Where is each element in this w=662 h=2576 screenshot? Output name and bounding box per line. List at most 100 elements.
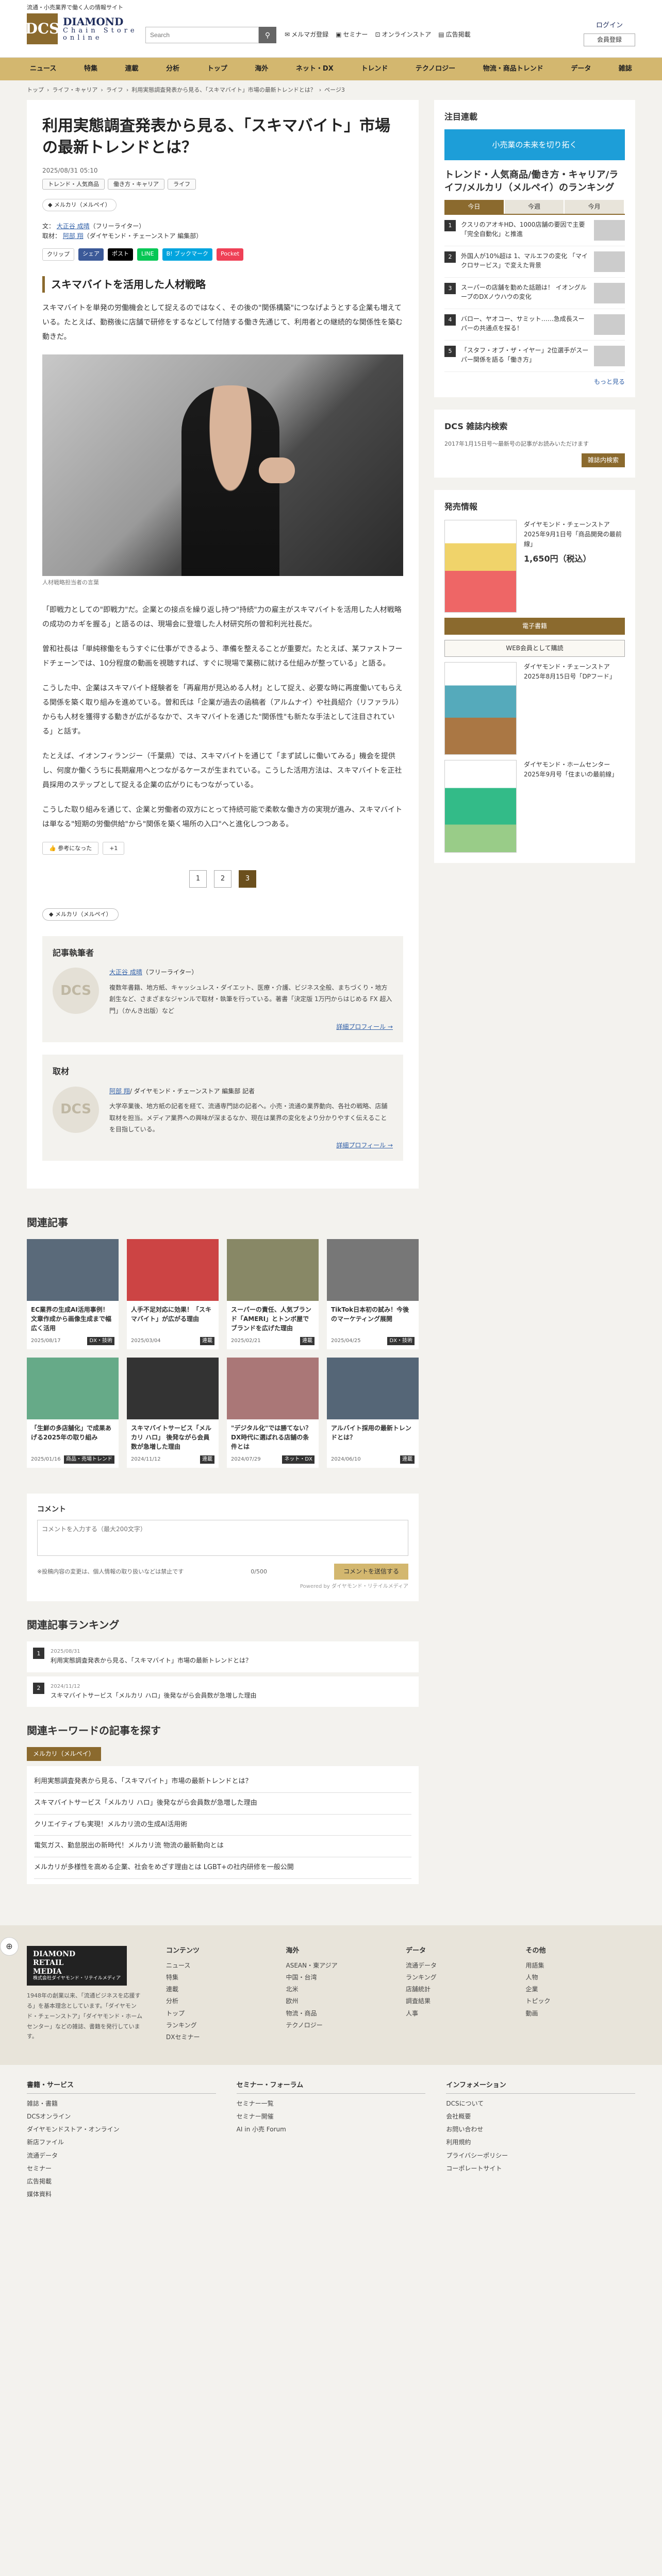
page-1[interactable]: 1: [189, 870, 207, 888]
breadcrumb-item[interactable]: ライフ・キャリア: [52, 87, 97, 93]
gnav-item[interactable]: トレンド: [358, 64, 391, 75]
related-card[interactable]: アルバイト採用の最新トレンドとは？ 2024/06/10 連載: [327, 1358, 419, 1468]
serial-banner[interactable]: 小売業の未来を切り拓く: [444, 129, 625, 161]
related-card[interactable]: スーパーの責任、人気ブランド「AMERI」とトンボ屋でブランドを広げた理由 202…: [227, 1239, 319, 1350]
gnav-item[interactable]: テクノロジー: [412, 64, 458, 75]
x-share-button[interactable]: ポスト: [108, 248, 133, 261]
footer-link[interactable]: 会社概要: [446, 2112, 635, 2122]
gnav-item[interactable]: ネット・DX: [293, 64, 337, 75]
footer-logo[interactable]: DIAMOND RETAIL MEDIA 株式会社ダイヤモンド・リテイルメディア: [27, 1945, 127, 1986]
search-input[interactable]: [145, 27, 259, 43]
footer-link[interactable]: セミナー開催: [237, 2112, 426, 2122]
footer-link[interactable]: 雑誌・書籍: [27, 2099, 216, 2109]
gnav-item[interactable]: 雑誌: [616, 64, 635, 75]
nav-seminar[interactable]: ▣ セミナー: [336, 30, 368, 40]
footer-link[interactable]: 中国・台湾: [286, 1973, 396, 1982]
line-share-button[interactable]: LINE: [137, 248, 158, 261]
editor-name-link[interactable]: 阿部 翔: [109, 1088, 130, 1095]
login-link[interactable]: ログイン: [584, 21, 635, 31]
ranking-item[interactable]: 2 外国人が10%超は 1、マルエフの変化 「マイクロサービス」で変えた背景: [444, 246, 625, 278]
writer-link[interactable]: 大正谷 成晴: [57, 223, 90, 230]
footer-link[interactable]: ダイヤモンドストア・オンライン: [27, 2125, 216, 2134]
tab-month[interactable]: 今月: [565, 199, 624, 214]
footer-link[interactable]: ASEAN・東アジア: [286, 1961, 396, 1971]
gnav-item[interactable]: ニュース: [27, 64, 59, 75]
footer-link[interactable]: DCSオンライン: [27, 2112, 216, 2122]
keyword-article-link[interactable]: メルカリが多様性を高める企業、社会をめざす理由とは LGBT+の社内研修を一般公…: [34, 1857, 411, 1879]
footer-link[interactable]: 用語集: [526, 1961, 636, 1971]
magazine-cover[interactable]: [444, 662, 517, 755]
footer-link[interactable]: 利用規約: [446, 2138, 635, 2147]
gnav-item[interactable]: 海外: [252, 64, 271, 75]
gnav-item[interactable]: 物流・商品トレンド: [480, 64, 547, 75]
related-card[interactable]: EC業界の生成AI活用事例！文章作成から画像生成まで幅広く活用 2025/08/1…: [27, 1239, 119, 1350]
subscribe-button[interactable]: WEB会員として購読: [444, 640, 625, 657]
footer-link[interactable]: 流通データ: [27, 2151, 216, 2161]
author-profile-link[interactable]: 詳細プロフィール →: [109, 1022, 393, 1032]
gnav-item[interactable]: トップ: [204, 64, 230, 75]
category-ranking-item[interactable]: 2 2024/11/12 スキマバイトサービス「メルカリ ハロ」後発ながら会員数が急…: [27, 1676, 419, 1707]
helpful-button[interactable]: 👍 参考になった: [42, 841, 99, 855]
breadcrumb-item[interactable]: 利用実態調査発表から見る、「スキマバイト」市場の最新トレンドとは？: [131, 87, 316, 93]
footer-link[interactable]: 特集: [166, 1973, 276, 1982]
gnav-item[interactable]: 分析: [163, 64, 183, 75]
footer-link[interactable]: 連載: [166, 1985, 276, 1994]
footer-link[interactable]: DCSについて: [446, 2099, 635, 2109]
ebook-button[interactable]: 電子書籍: [444, 617, 625, 635]
ranking-item[interactable]: 3 スーパーの店舗を勤めた話題は！ イオングループのDXノウハウの変化: [444, 278, 625, 309]
gnav-item[interactable]: 連載: [122, 64, 142, 75]
related-card[interactable]: 人手不足対応に効果！「スキマバイト」が広がる理由 2025/03/04 連載: [127, 1239, 219, 1350]
site-logo[interactable]: DCS DIAMOND Chain Store online: [25, 13, 138, 44]
keyword-article-link[interactable]: クリエイティブも実現！メルカリ流の生成AI活用術: [34, 1815, 411, 1836]
dcs-search-button[interactable]: 雑誌内検索: [581, 453, 625, 468]
related-card[interactable]: スキマバイトサービス「メルカリ ハロ」 後発ながら会員数が急増した理由 2024/…: [127, 1358, 219, 1468]
hatena-bookmark-button[interactable]: B! ブックマーク: [162, 248, 213, 261]
pocket-button[interactable]: Pocket: [217, 248, 244, 261]
gnav-item[interactable]: 特集: [81, 64, 101, 75]
page-2[interactable]: 2: [214, 870, 231, 888]
register-button[interactable]: 会員登録: [584, 33, 635, 46]
footer-link[interactable]: 欧州: [286, 1996, 396, 2006]
ranking-item[interactable]: 1 クスリのアオキHD、1000店舗の要因で主要「完全自動化」と推進: [444, 215, 625, 246]
keyword-article-link[interactable]: スキマバイトサービス「メルカリ ハロ」後発ながら会員数が急増した理由: [34, 1793, 411, 1815]
category-ranking-item[interactable]: 1 2025/08/31 利用実態調査発表から見る、「スキマバイト」市場の最新トレン…: [27, 1641, 419, 1672]
tag-life[interactable]: ライフ: [168, 178, 196, 190]
footer-link[interactable]: テクノロジー: [286, 2021, 396, 2030]
footer-link[interactable]: プライバシーポリシー: [446, 2151, 635, 2161]
footer-link[interactable]: 人物: [526, 1973, 636, 1982]
footer-link[interactable]: DXセミナー: [166, 2032, 276, 2042]
related-card[interactable]: 「生鮮の多店舗化」で成果あげる2025年の取り組み 2025/01/16 商品・売場…: [27, 1358, 119, 1468]
editor-link[interactable]: 阿部 翔: [63, 232, 84, 240]
related-card[interactable]: TikTok日本初の試み！今後のマーケティング展開 2025/04/25 DX・技術: [327, 1239, 419, 1350]
related-card[interactable]: "デジタル化"では勝てない？ DX時代に選ばれる店舗の条件とは 2024/07/2…: [227, 1358, 319, 1468]
search-button[interactable]: ⚲: [259, 27, 276, 43]
footer-link[interactable]: お問い合わせ: [446, 2125, 635, 2134]
footer-link[interactable]: 新店ファイル: [27, 2138, 216, 2147]
tag-career[interactable]: 働き方・キャリア: [108, 178, 164, 190]
ranking-item[interactable]: 5 「スタフ・オブ・ザ・イヤー」2位選手がスーパー関係を語る「働き方」: [444, 341, 625, 372]
comment-input[interactable]: [37, 1519, 408, 1556]
gnav-item[interactable]: データ: [568, 64, 594, 75]
breadcrumb-item[interactable]: ライフ: [106, 87, 123, 93]
footer-link[interactable]: 広告掲載: [27, 2177, 216, 2187]
footer-link[interactable]: 動画: [526, 2009, 636, 2019]
footer-link[interactable]: 媒体資料: [27, 2190, 216, 2199]
footer-link[interactable]: 企業: [526, 1985, 636, 1994]
footer-link[interactable]: コーポレートサイト: [446, 2164, 635, 2174]
nav-newsletter[interactable]: ✉ メルマガ登録: [285, 30, 328, 40]
footer-link[interactable]: 店舗統計: [406, 1985, 516, 1994]
author-name-link[interactable]: 大正谷 成晴: [109, 969, 142, 976]
keyword-tag[interactable]: ◆ メルカリ（メルペイ）: [42, 908, 119, 921]
keyword-article-link[interactable]: 電気ガス、勤怠脱出の新時代！メルカリ流 物流の最新動向とは: [34, 1836, 411, 1858]
footer-link[interactable]: 人事: [406, 2009, 516, 2019]
page-3-current[interactable]: 3: [239, 870, 256, 888]
magazine-cover[interactable]: [444, 519, 517, 613]
ranking-item[interactable]: 4 バロー、ヤオコー、サミット……急成長スーパーの共通点を探る！: [444, 309, 625, 341]
nav-store[interactable]: ⊡ オンラインストア: [375, 30, 431, 40]
footer-link[interactable]: セミナー: [27, 2164, 216, 2174]
footer-link[interactable]: トップ: [166, 2009, 276, 2019]
nav-ads[interactable]: ▤ 広告掲載: [438, 30, 470, 40]
keyword-article-link[interactable]: 利用実態調査発表から見る、「スキマバイト」市場の最新トレンドとは？: [34, 1771, 411, 1793]
accessibility-icon[interactable]: ⊕: [0, 1937, 19, 1956]
footer-link[interactable]: ランキング: [166, 2021, 276, 2030]
